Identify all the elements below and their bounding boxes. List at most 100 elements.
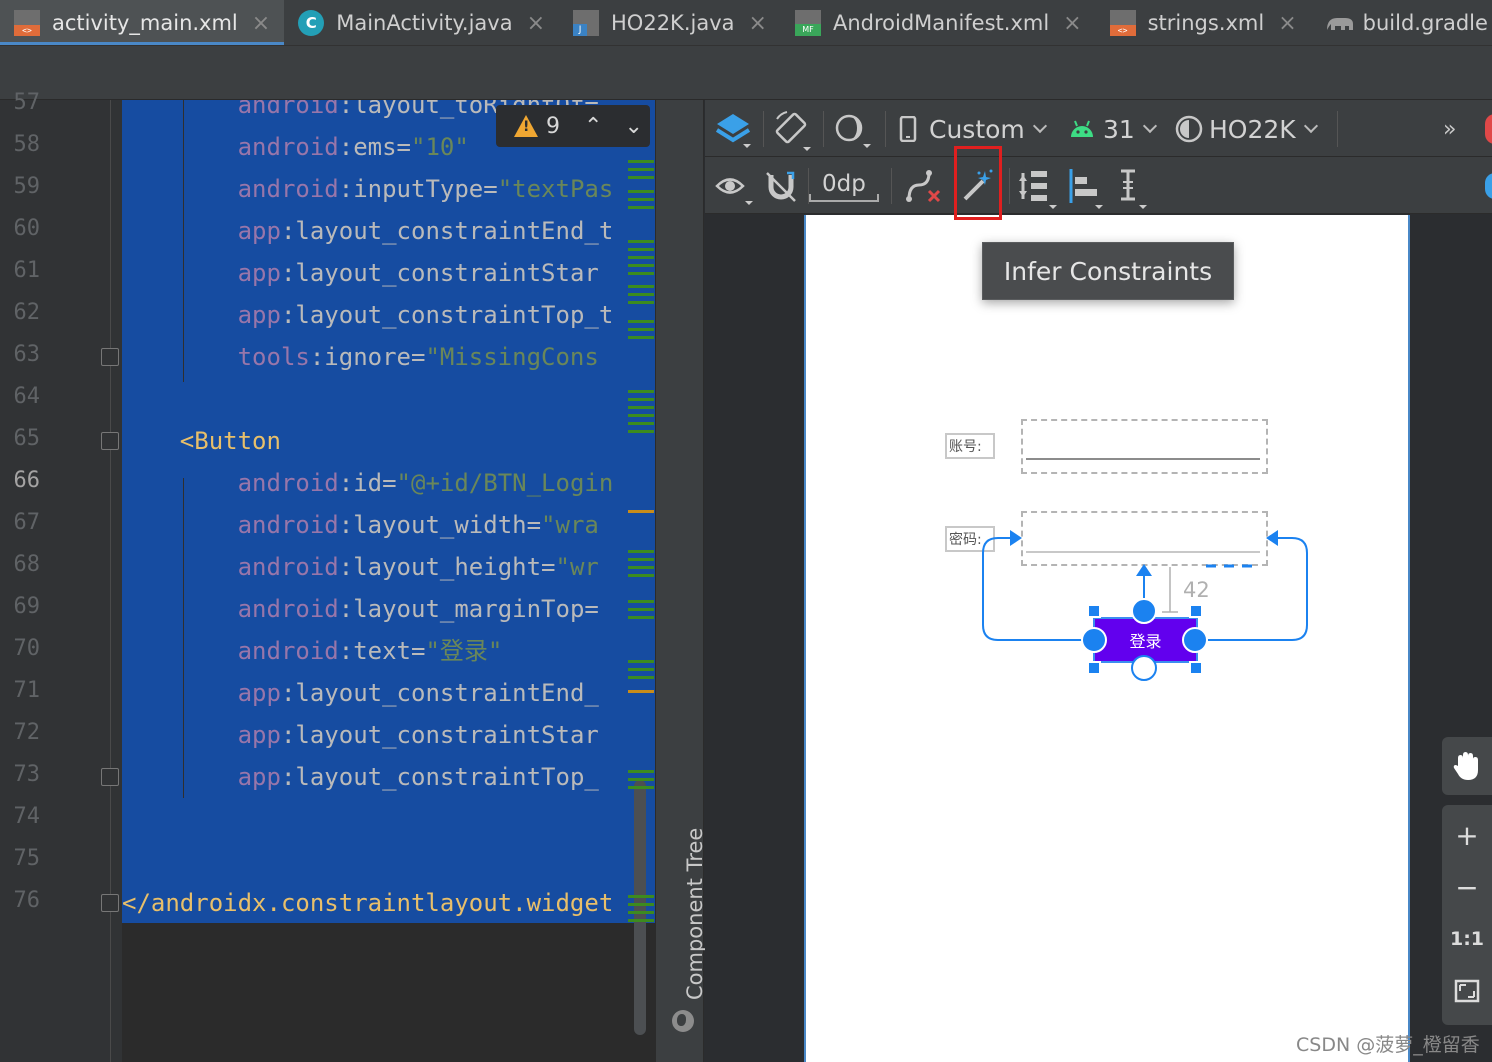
layers-icon[interactable] [713,110,753,150]
inspection-marker[interactable] [628,550,654,553]
tab-2[interactable]: HO22K.java × [559,0,781,45]
inspection-marker[interactable] [628,285,654,288]
close-icon[interactable]: × [1278,11,1296,36]
editor-scrollbar[interactable] [634,780,646,1035]
tab-1[interactable]: C MainActivity.java × [284,0,559,45]
tab-4[interactable]: strings.xml × [1096,0,1311,45]
inspection-marker[interactable] [628,398,654,401]
eye-icon[interactable] [713,169,759,209]
chevron-down-icon [1303,118,1318,134]
component-tree-label[interactable]: Component Tree [683,828,707,1000]
tab-5[interactable]: build.gradle (:a [1311,0,1492,45]
inspection-marker[interactable] [628,690,654,693]
error-indicator-icon[interactable] [1485,114,1492,144]
actual-size-button[interactable]: 1:1 [1442,913,1492,965]
anchor-top[interactable] [1131,598,1157,624]
inspection-marker[interactable] [628,198,654,201]
inspection-marker[interactable] [628,256,654,259]
editor-tab-bar: activity_main.xml×CMainActivity.java×HO2… [0,0,1492,46]
anchor-left[interactable] [1081,627,1107,653]
inspection-marker[interactable] [628,240,654,243]
inspection-marker[interactable] [628,608,654,611]
inspection-marker[interactable] [628,600,654,603]
inspection-marker[interactable] [628,176,654,179]
inspection-marker[interactable] [628,206,654,209]
inspection-marker[interactable] [628,786,654,789]
inspection-marker[interactable] [628,336,654,339]
close-icon[interactable]: × [749,11,767,36]
theme-selector[interactable]: HO22K [1175,112,1318,146]
inspection-marker[interactable] [628,919,654,922]
previous-warning-icon[interactable]: ⌃ [584,114,602,139]
account-label[interactable]: 账号: [945,433,995,459]
inspection-marker[interactable] [628,903,654,906]
inspection-marker[interactable] [628,264,654,267]
align-icon[interactable] [1067,167,1109,209]
anchor-right[interactable] [1182,627,1208,653]
inspection-marker[interactable] [628,510,654,513]
inspection-marker[interactable] [628,414,654,417]
inspection-marker[interactable] [628,558,654,561]
password-label[interactable]: 密码: [945,526,995,552]
pan-button[interactable] [1442,737,1492,795]
inspection-marker[interactable] [628,566,654,569]
inspection-marker[interactable] [628,668,654,671]
inspection-marker[interactable] [628,320,654,323]
inspection-marker[interactable] [628,160,654,163]
code-line: <Button [179,427,281,455]
inspection-marker[interactable] [628,168,654,171]
inspection-marker[interactable] [628,616,654,619]
password-input[interactable] [1021,511,1268,566]
inspection-marker[interactable] [628,895,654,898]
resize-handle-bottom-left[interactable] [1087,661,1101,675]
more-actions-button[interactable]: » [1443,112,1456,146]
tab-label: activity_main.xml [52,11,238,35]
account-input[interactable] [1021,419,1268,474]
guidelines-icon[interactable] [1115,167,1155,209]
inspection-marker[interactable] [628,660,654,663]
fold-end-icon[interactable] [101,348,119,366]
inspection-marker[interactable] [628,676,654,679]
night-mode-icon[interactable] [831,110,875,152]
close-icon[interactable]: × [527,11,545,36]
inspection-marker[interactable] [628,293,654,296]
inspection-widget[interactable]: 9 ⌃ ⌄ [496,105,650,147]
next-warning-icon[interactable]: ⌄ [624,114,642,139]
inspection-marker[interactable] [628,574,654,577]
inspection-marker[interactable] [628,430,654,433]
inspection-marker[interactable] [628,390,654,393]
inspection-marker[interactable] [628,778,654,781]
inspection-marker[interactable] [628,190,654,193]
inspection-marker[interactable] [628,406,654,409]
device-selector[interactable]: Custom [899,112,1047,146]
tab-3[interactable]: AndroidManifest.xml × [781,0,1096,45]
close-icon[interactable]: × [252,11,270,36]
info-indicator-icon[interactable] [1485,173,1492,199]
inspection-marker[interactable] [628,422,654,425]
pack-icon[interactable] [1019,167,1061,209]
resize-handle-top-right[interactable] [1189,604,1203,618]
orientation-icon[interactable] [771,109,815,153]
inspection-marker[interactable] [628,328,654,331]
resize-handle-top-left[interactable] [1087,604,1101,618]
code-editor[interactable]: android:layout_toRightOf= android:ems="1… [122,100,655,1062]
inspection-marker[interactable] [628,770,654,773]
inspection-marker[interactable] [628,301,654,304]
code-line: app:layout_constraintEnd_ [237,679,599,707]
anchor-bottom[interactable] [1131,655,1157,681]
magnet-off-icon[interactable] [763,169,799,205]
fold-start-icon[interactable] [101,432,119,450]
inspection-marker[interactable] [628,911,654,914]
tab-0[interactable]: activity_main.xml × [0,0,285,45]
zoom-out-button[interactable]: − [1442,861,1492,913]
api-level-selector[interactable]: 31 [1069,112,1157,146]
zoom-in-button[interactable]: + [1442,809,1492,861]
close-icon[interactable]: × [1063,11,1081,36]
fold-end-icon[interactable] [101,894,119,912]
inspection-marker[interactable] [628,248,654,251]
inspection-marker[interactable] [628,272,654,275]
fold-end-icon[interactable] [101,768,119,786]
resize-handle-bottom-right[interactable] [1189,661,1203,675]
zoom-to-fit-button[interactable] [1442,965,1492,1017]
clear-constraints-icon[interactable] [905,169,945,205]
